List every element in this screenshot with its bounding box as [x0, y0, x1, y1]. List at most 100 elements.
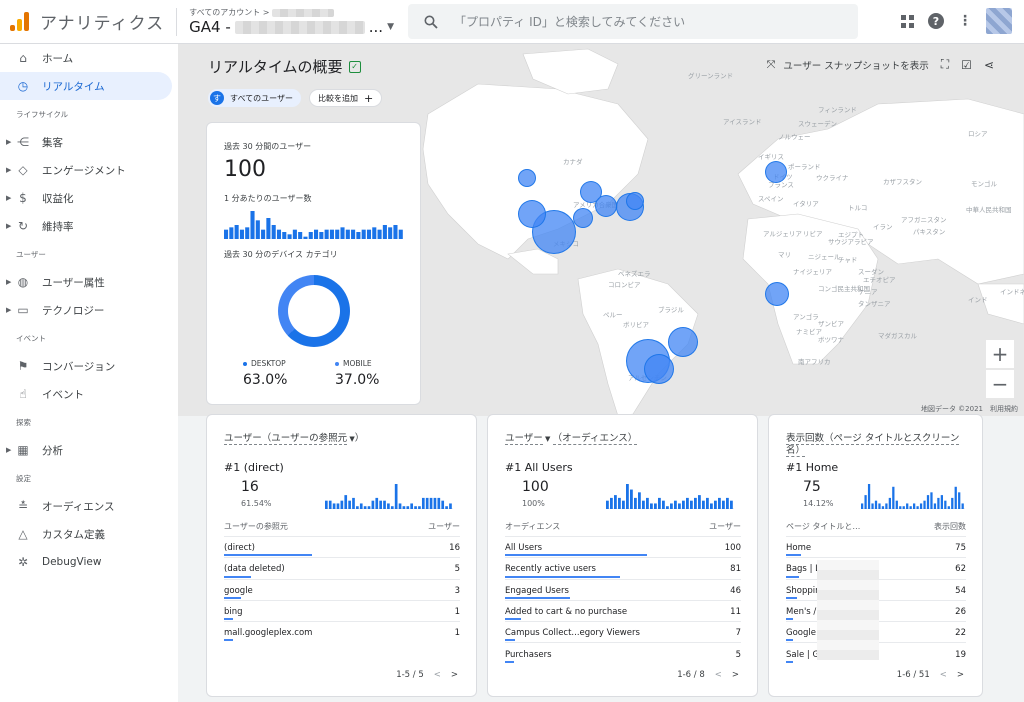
sparkline-bar: [642, 500, 645, 509]
comparison-chip-all-users[interactable]: すすべてのユーザー: [208, 89, 301, 107]
sidebar-item-label: DebugView: [42, 556, 102, 568]
sidebar-item-monetization[interactable]: ▶ $ 収益化: [0, 184, 178, 212]
row-label: Added to cart & no purchase: [505, 607, 628, 618]
next-page-button[interactable]: >: [957, 670, 964, 680]
zoom-in-button[interactable]: +: [986, 340, 1014, 368]
card-title[interactable]: ユーザー ▼ （オーディエンス）: [505, 433, 745, 445]
sparkline-bar: [429, 497, 433, 509]
table-row[interactable]: Home 75: [786, 536, 966, 557]
sparkline-bar: [421, 497, 425, 509]
sidebar-item-retention[interactable]: ▶ ↻ 維持率: [0, 212, 178, 240]
sidebar-item-audiences[interactable]: ≛ オーディエンス: [0, 492, 178, 520]
redacted-page-titles: [817, 560, 879, 660]
per-minute-bar: [234, 225, 239, 239]
column-header-metric: ユーザー: [709, 522, 741, 531]
user-location-bubble[interactable]: [518, 169, 536, 187]
touch-icon: ☝: [19, 387, 27, 401]
user-location-bubble[interactable]: [765, 282, 789, 306]
user-location-bubble[interactable]: [668, 327, 698, 357]
row-value: 5: [454, 564, 460, 575]
more-vert-icon[interactable]: ⋮: [958, 13, 972, 29]
column-header-dimension: ページ タイトルと…: [786, 522, 861, 531]
legend-desktop: DESKTOP 63.0%: [243, 359, 287, 388]
prev-page-button[interactable]: <: [940, 670, 947, 680]
analysis-icon: ▦: [17, 443, 29, 457]
sidebar-item-tech[interactable]: ▶ ▭ テクノロジー: [0, 296, 178, 324]
legend-value: 63.0%: [243, 372, 288, 388]
sidebar-item-events[interactable]: ☝ イベント: [0, 380, 178, 408]
user-location-bubble[interactable]: [626, 192, 644, 210]
legend-value: 37.0%: [335, 372, 380, 388]
row-value: 100: [724, 543, 741, 554]
redacted-account: [272, 8, 335, 17]
add-comparison-button[interactable]: 比較を追加 +: [308, 89, 383, 107]
sparkline-bar: [714, 500, 717, 509]
sidebar-item-custom-definitions[interactable]: △ カスタム定義: [0, 520, 178, 548]
table-row[interactable]: All Users 100: [505, 536, 741, 557]
caret-right-icon: ▶: [6, 138, 12, 146]
table-row[interactable]: (data deleted) 5: [224, 557, 460, 578]
sidebar-item-debugview[interactable]: ✲ DebugView: [0, 548, 178, 576]
property-selector[interactable]: すべてのアカウント > GA4 - ... ▼: [189, 7, 414, 36]
row-label: Google: [786, 628, 816, 639]
user-location-bubble[interactable]: [573, 208, 593, 228]
sparkline-bar: [674, 500, 677, 509]
user-location-bubble[interactable]: [644, 354, 674, 384]
next-page-button[interactable]: >: [732, 670, 739, 680]
zoom-out-button[interactable]: −: [986, 370, 1014, 398]
sparkline-bar: [666, 506, 669, 509]
dollar-icon: $: [19, 191, 27, 205]
prev-page-button[interactable]: <: [715, 670, 722, 680]
sidebar-item-engagement[interactable]: ▶ ◇ エンゲージメント: [0, 156, 178, 184]
avatar[interactable]: [986, 8, 1012, 34]
table-row[interactable]: mall.googleplex.com 1: [224, 621, 460, 642]
search-box[interactable]: 「プロパティ ID」と検索してみてください: [408, 4, 858, 39]
user-location-bubble[interactable]: [518, 200, 546, 228]
per-minute-bar: [356, 232, 361, 239]
table-row[interactable]: Campus Collect...egory Viewers 7: [505, 621, 741, 642]
table-row[interactable]: Added to cart & no purchase 11: [505, 599, 741, 621]
per-minute-bar: [377, 229, 382, 239]
sparkline-bar: [861, 503, 864, 509]
customize-report-icon[interactable]: ☑: [961, 58, 972, 72]
sidebar-item-label: ユーザー属性: [42, 276, 105, 289]
table-row[interactable]: Recently active users 81: [505, 557, 741, 578]
table-row[interactable]: (direct) 16: [224, 536, 460, 557]
page-title: リアルタイムの概要 ✓: [208, 56, 361, 77]
fullscreen-icon[interactable]: ⛶: [941, 57, 949, 72]
apps-icon[interactable]: [901, 14, 914, 28]
sidebar-item-acquisition[interactable]: ▶ ⋲ 集客: [0, 128, 178, 156]
sidebar-item-analysis[interactable]: ▶ ▦ 分析: [0, 436, 178, 464]
sidebar-item-demographics[interactable]: ▶ ◍ ユーザー属性: [0, 268, 178, 296]
snapshot-button[interactable]: ⤧ ユーザー スナップショットを表示: [767, 58, 929, 72]
next-page-button[interactable]: >: [451, 670, 458, 680]
help-icon[interactable]: ?: [928, 13, 944, 29]
table-row[interactable]: bing 1: [224, 599, 460, 621]
user-location-bubble[interactable]: [595, 195, 617, 217]
per-minute-bar: [345, 229, 350, 239]
prev-page-button[interactable]: <: [434, 670, 441, 680]
property-name: GA4 -: [189, 18, 231, 36]
sidebar-item-label: エンゲージメント: [42, 164, 126, 177]
map-label: アンゴラ: [793, 312, 819, 321]
analytics-logo[interactable]: [10, 11, 30, 33]
row-label: mall.googleplex.com: [224, 628, 313, 639]
share-icon[interactable]: ⋖: [984, 58, 994, 72]
sidebar-item-home[interactable]: ⌂ ホーム: [0, 44, 178, 72]
user-location-bubble[interactable]: [765, 161, 787, 183]
table-row[interactable]: google 3: [224, 578, 460, 600]
app-title: アナリティクス: [40, 14, 165, 34]
table-row[interactable]: Engaged Users 46: [505, 578, 741, 600]
sparkline-bar: [390, 506, 394, 509]
sidebar-item-realtime[interactable]: ◷ リアルタイム: [0, 72, 172, 100]
row-label: Home: [786, 543, 812, 554]
sparkline-bar: [694, 497, 697, 509]
sparkline-bar: [433, 497, 437, 509]
column-header-metric: ユーザー: [428, 522, 460, 531]
sparkline-bar: [871, 503, 874, 509]
card-title[interactable]: ユーザー（ユーザーの参照元 ▼）: [224, 433, 464, 445]
sidebar-item-conversions[interactable]: ⚑ コンバージョン: [0, 352, 178, 380]
sparkline-bar: [944, 500, 947, 509]
table-row[interactable]: Purchasers 5: [505, 642, 741, 663]
top-bar: アナリティクス すべてのアカウント > GA4 - ... ▼ 「プロパティ ID…: [0, 0, 1024, 44]
